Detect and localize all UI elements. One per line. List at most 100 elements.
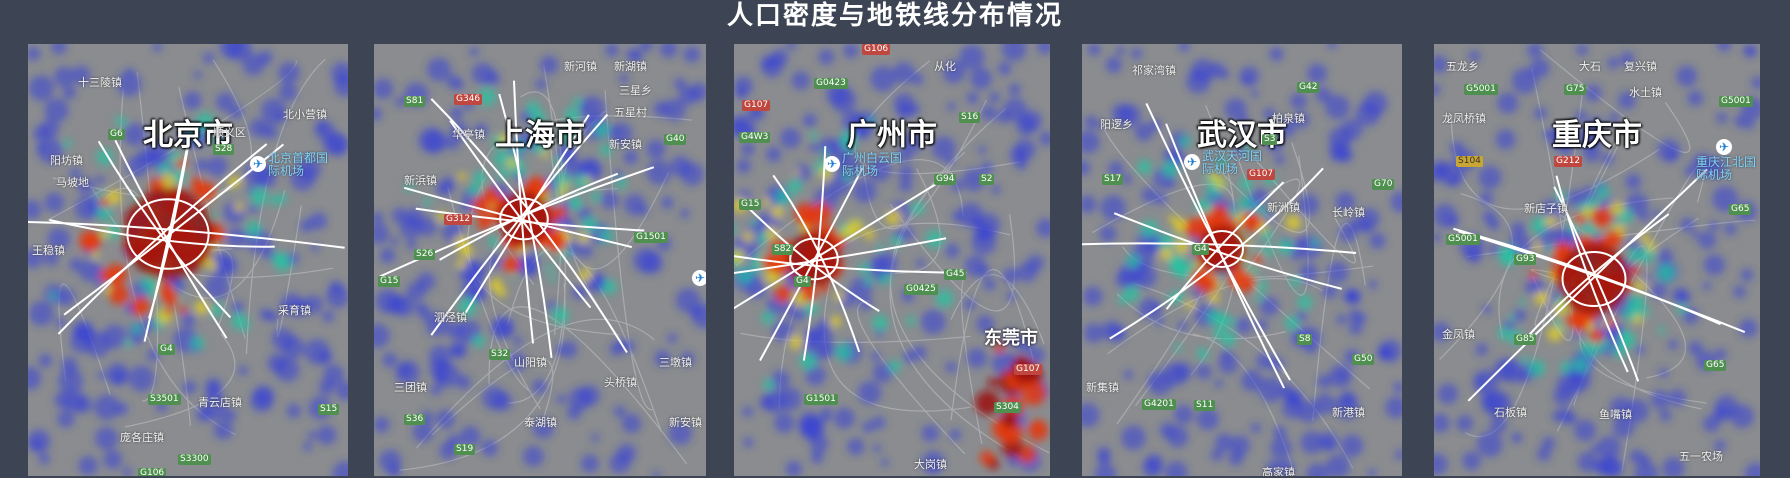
place-label: 新浜镇 [404, 174, 437, 187]
route-shield: S82 [772, 244, 794, 255]
heat-blob [1250, 422, 1261, 434]
place-label: 北小营镇 [283, 108, 327, 121]
heat-blob [1658, 368, 1669, 378]
heat-blob [1510, 221, 1526, 237]
route-shield: S36 [404, 414, 426, 425]
place-label: 大石 [1579, 60, 1601, 73]
heat-blob [469, 46, 479, 57]
heat-blob [659, 44, 678, 58]
heat-blob [920, 309, 946, 335]
heat-blob [1082, 160, 1091, 176]
city-label-dongguan: 东莞市 [984, 328, 1038, 349]
heat-blob [818, 49, 835, 65]
heat-blob [91, 251, 100, 259]
heat-blob [1434, 453, 1448, 476]
heat-blob [491, 316, 513, 339]
heat-blob [1390, 191, 1402, 213]
heat-blob [888, 360, 901, 373]
heat-blob [742, 406, 754, 417]
heat-blob [55, 317, 66, 328]
route-shield: G107 [1014, 364, 1043, 375]
heat-blobs [1434, 44, 1760, 476]
heat-blob [770, 370, 790, 390]
heat-blob [582, 217, 598, 233]
heat-blob [880, 458, 889, 467]
route-shield: G107 [1247, 169, 1276, 180]
heat-blob [1368, 280, 1378, 290]
heat-blob [898, 178, 913, 193]
heat-blob [30, 438, 43, 451]
heat-blob [1210, 448, 1224, 462]
heat-blob [1214, 312, 1230, 329]
heat-blob [750, 219, 757, 226]
map-panel-shanghai: 上海市 新河镇 新湖镇 三星乡 五星村 新安镇 华亭镇 新浜镇 泗泾镇 三墩镇 … [374, 44, 706, 476]
heat-blob [1311, 238, 1320, 247]
heat-blob [61, 356, 78, 374]
heat-blob [398, 363, 412, 377]
heat-blob [183, 91, 202, 110]
heat-blob [1174, 344, 1182, 352]
heat-blob [1476, 431, 1503, 458]
place-label: 新集镇 [1086, 381, 1119, 394]
heat-blob [1242, 75, 1252, 85]
route-shield: G4201 [1142, 399, 1176, 410]
heat-blob [1307, 63, 1328, 84]
route-shield: G0425 [904, 284, 938, 295]
route-shield: S16 [959, 112, 981, 123]
route-shield: G5001 [1446, 234, 1480, 245]
heat-blob [304, 339, 331, 365]
heat-blob [870, 66, 896, 92]
heat-blob [862, 421, 874, 433]
heat-blob [621, 413, 642, 434]
heat-blob [535, 78, 547, 90]
heat-blob [1733, 285, 1746, 298]
heat-blob [1017, 262, 1037, 283]
heat-blob [762, 198, 771, 207]
heat-blob [833, 407, 855, 429]
heat-blob [29, 300, 54, 326]
heat-blob [111, 370, 127, 385]
heat-blob [949, 429, 962, 441]
airport-icon: ✈ [824, 156, 840, 172]
heat-blob [207, 156, 228, 177]
place-label: 三墩镇 [659, 356, 692, 369]
heat-blob [234, 201, 245, 212]
airport-icon: ✈ [250, 156, 266, 172]
heat-blob [556, 394, 567, 405]
heat-blob [1238, 196, 1254, 211]
heat-blob [1394, 449, 1402, 460]
heat-blob [763, 389, 788, 414]
heat-blob [78, 456, 98, 476]
heat-blob [231, 301, 245, 314]
route-shield: G5001 [1464, 84, 1498, 95]
heat-blob [906, 316, 916, 326]
place-label: 石板镇 [1494, 406, 1527, 419]
heat-blob [1273, 425, 1287, 440]
heat-blob [379, 248, 396, 264]
heat-blob [572, 97, 582, 107]
heat-blob [1573, 357, 1589, 373]
heat-blob [761, 55, 776, 70]
heat-blob [1326, 454, 1350, 476]
heat-blob [1740, 268, 1754, 282]
heat-blob [853, 179, 877, 203]
heat-blob [1115, 46, 1126, 56]
heat-blob [1657, 326, 1665, 334]
heat-blob [1724, 222, 1737, 236]
heat-blob [472, 335, 485, 348]
heat-blob [1668, 339, 1679, 350]
heat-blob [785, 460, 802, 476]
heat-blob [944, 243, 960, 258]
heat-blob [945, 361, 957, 373]
heat-blob [1118, 295, 1128, 305]
heat-blob [44, 192, 65, 213]
heat-blob [1676, 65, 1698, 87]
heat-blob [1574, 213, 1586, 226]
route-shield: G75 [1564, 84, 1587, 95]
map-panel-beijing: 北京市 十三陵镇 阳坊镇 顺义区 北小营镇 马坡地 王稳镇 采育镇 青云店镇 庞… [28, 44, 348, 476]
heat-blob [734, 224, 736, 234]
heat-blob [1703, 254, 1725, 276]
heat-blob [259, 308, 272, 321]
heat-blob [1008, 83, 1021, 96]
route-shield: S104 [1456, 156, 1483, 167]
